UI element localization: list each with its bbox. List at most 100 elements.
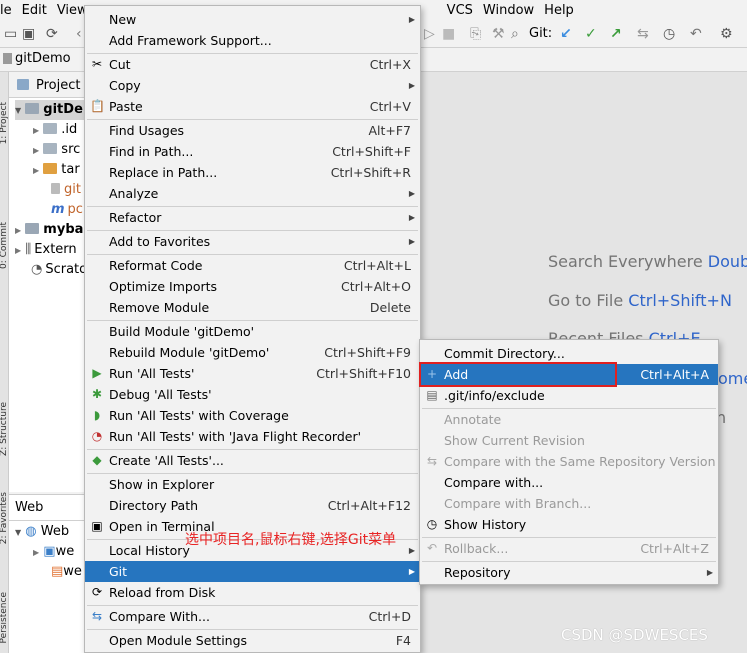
menu-window[interactable]: Window [478, 3, 539, 18]
git-item-show-current-revision[interactable]: Show Current Revision [420, 430, 718, 451]
menu-item-reload-from-disk[interactable]: ⟳ Reload from Disk [85, 582, 420, 603]
menu-item-find-in-path[interactable]: Find in Path... Ctrl+Shift+F [85, 141, 420, 162]
watermark: CSDN @SDWESCES [561, 626, 708, 644]
menu-item-optimize-imports[interactable]: Optimize Imports Ctrl+Alt+O [85, 276, 420, 297]
menu-item-copy[interactable]: Copy ▶ [85, 75, 420, 96]
tree-label: .id [61, 122, 78, 137]
menu-item-run-all-tests[interactable]: ▶ Run 'All Tests' Ctrl+Shift+F10 [85, 363, 420, 384]
hint-home-fragment: ome [718, 369, 747, 388]
attach-icon[interactable]: ⎘ [470, 26, 481, 42]
git-label: Git: [529, 26, 553, 41]
tool-tab-commit[interactable]: 0: Commit [0, 222, 9, 269]
project-panel-header: Project [9, 72, 86, 98]
git-rollback-icon[interactable]: ↶ [690, 26, 702, 42]
git-update-icon[interactable]: ↙ [560, 26, 572, 42]
menu-edit[interactable]: Edit [17, 3, 52, 18]
sync-icon[interactable]: ⟳ [46, 26, 58, 42]
menu-vcs[interactable]: VCS [442, 3, 478, 18]
breadcrumb-project[interactable]: gitDemo [15, 51, 71, 66]
menu-item-create-tests[interactable]: ◆ Create 'All Tests'... [85, 450, 420, 471]
tool-tab-favorites[interactable]: 2: Favorites [0, 492, 9, 544]
menu-file[interactable]: le [0, 3, 17, 18]
git-item-compare-same-repo[interactable]: ⇆ Compare with the Same Repository Versio… [420, 451, 718, 472]
menu-item-compare-with[interactable]: ⇆ Compare With... Ctrl+D [85, 606, 420, 627]
menu-item-add-to-favorites[interactable]: Add to Favorites ▶ [85, 231, 420, 252]
run-icon[interactable]: ▷ [424, 26, 435, 42]
tree-row-src[interactable]: ▶ src [33, 140, 80, 160]
tree-label: Web [40, 524, 70, 539]
git-item-rollback[interactable]: ↶ Rollback... Ctrl+Alt+Z [420, 538, 718, 559]
web-tree-row-2[interactable]: ▤we [51, 562, 82, 582]
menu-item-reformat-code[interactable]: Reformat Code Ctrl+Alt+L [85, 255, 420, 276]
git-compare-icon[interactable]: ⇆ [637, 26, 649, 42]
web-icon: ◍ [25, 524, 37, 539]
git-item-compare-with-branch[interactable]: Compare with Branch... [420, 493, 718, 514]
search-icon[interactable]: ⌕ [511, 26, 519, 42]
tree-row-mybatis[interactable]: ▶ myba [15, 220, 83, 240]
git-item-show-history[interactable]: ◷ Show History [420, 514, 718, 535]
tree-row-idea[interactable]: ▶ .id [33, 120, 77, 140]
tree-row-gitignore[interactable]: git [51, 180, 81, 200]
menu-item-cut[interactable]: ✂ Cut Ctrl+X [85, 54, 420, 75]
menu-item-refactor[interactable]: Refactor ▶ [85, 207, 420, 228]
run-icon: ▶ [92, 366, 102, 380]
tree-row-external-libraries[interactable]: ▶ ⫼ Extern [15, 240, 77, 260]
project-panel: Project ▼ gitDe ▶ .id ▶ src ▶ tar git mp… [9, 72, 87, 492]
git-item-annotate[interactable]: Annotate [420, 409, 718, 430]
menu-item-show-in-explorer[interactable]: Show in Explorer [85, 474, 420, 495]
tree-row-scratches[interactable]: ◔ Scrato [31, 260, 87, 280]
git-commit-icon[interactable]: ✓ [585, 26, 597, 42]
menu-item-debug-all-tests[interactable]: ✱ Debug 'All Tests' [85, 384, 420, 405]
menu-item-new[interactable]: New ▶ [85, 9, 420, 30]
tool-tab-project[interactable]: 1: Project [0, 102, 9, 144]
web-tree-row-1[interactable]: ▶ ▣we [33, 542, 74, 562]
tree-row-target[interactable]: ▶ tar [33, 160, 80, 180]
tree-label: git [64, 182, 81, 197]
rollback-icon: ↶ [426, 541, 438, 555]
web-tree-row-web[interactable]: ▼ ◍ Web [15, 522, 69, 542]
menu-item-paste[interactable]: 📋 Paste Ctrl+V [85, 96, 420, 117]
menu-item-directory-path[interactable]: Directory Path Ctrl+Alt+F12 [85, 495, 420, 516]
menu-item-find-usages[interactable]: Find Usages Alt+F7 [85, 120, 420, 141]
menu-item-open-module-settings[interactable]: Open Module Settings F4 [85, 630, 420, 651]
menu-item-rebuild-module[interactable]: Rebuild Module 'gitDemo' Ctrl+Shift+F9 [85, 342, 420, 363]
tool-tab-persistence[interactable]: Persistence [0, 592, 9, 643]
compare-icon: ⇆ [426, 454, 438, 468]
stop-icon[interactable]: ■ [442, 26, 455, 42]
menu-item-build-module[interactable]: Build Module 'gitDemo' [85, 321, 420, 342]
git-item-compare-with[interactable]: Compare with... [420, 472, 718, 493]
git-item-gitinfo-exclude[interactable]: ▤ .git/info/exclude [420, 385, 718, 406]
tree-label: tar [61, 162, 80, 177]
terminal-icon: ▣ [91, 519, 103, 533]
expand-icon[interactable]: ▼ [15, 106, 21, 115]
module-folder-icon [25, 103, 40, 114]
git-push-icon[interactable]: ↗ [610, 26, 622, 42]
build-icon[interactable]: ⚒ [492, 26, 505, 42]
menu-item-replace-in-path[interactable]: Replace in Path... Ctrl+Shift+R [85, 162, 420, 183]
git-item-repository[interactable]: Repository ▶ [420, 562, 718, 583]
library-icon: ⫼ [25, 242, 32, 257]
tree-row-root[interactable]: ▼ gitDe [15, 100, 86, 120]
settings-icon[interactable]: ⚙ [720, 26, 733, 42]
project-panel-title[interactable]: Project [36, 78, 80, 93]
git-item-commit-directory[interactable]: Commit Directory... [420, 343, 718, 364]
menu-item-remove-module[interactable]: Remove Module Delete [85, 297, 420, 318]
debug-bug-icon: ✱ [91, 387, 103, 401]
save-icon[interactable]: ▣ [22, 26, 35, 42]
menu-help[interactable]: Help [539, 3, 579, 18]
tree-label: Scrato [45, 262, 88, 277]
menu-item-git[interactable]: Git ▶ [85, 561, 420, 582]
menu-item-analyze[interactable]: Analyze ▶ [85, 183, 420, 204]
tool-tab-structure[interactable]: Z: Structure [0, 402, 9, 456]
git-history-icon[interactable]: ◷ [663, 26, 675, 42]
folder-icon [43, 143, 58, 154]
menu-item-run-with-coverage[interactable]: ◗ Run 'All Tests' with Coverage [85, 405, 420, 426]
web-panel-title: Web [15, 500, 44, 515]
open-icon[interactable]: ▭ [4, 26, 17, 42]
folder-icon [43, 123, 58, 134]
tree-row-pom[interactable]: m pc [51, 200, 83, 220]
back-icon[interactable]: ‹ [76, 26, 82, 42]
project-view-icon [17, 79, 29, 90]
menu-item-run-with-jfr[interactable]: ◔ Run 'All Tests' with 'Java Flight Recor… [85, 426, 420, 447]
menu-item-add-framework-support[interactable]: Add Framework Support... [85, 30, 420, 51]
